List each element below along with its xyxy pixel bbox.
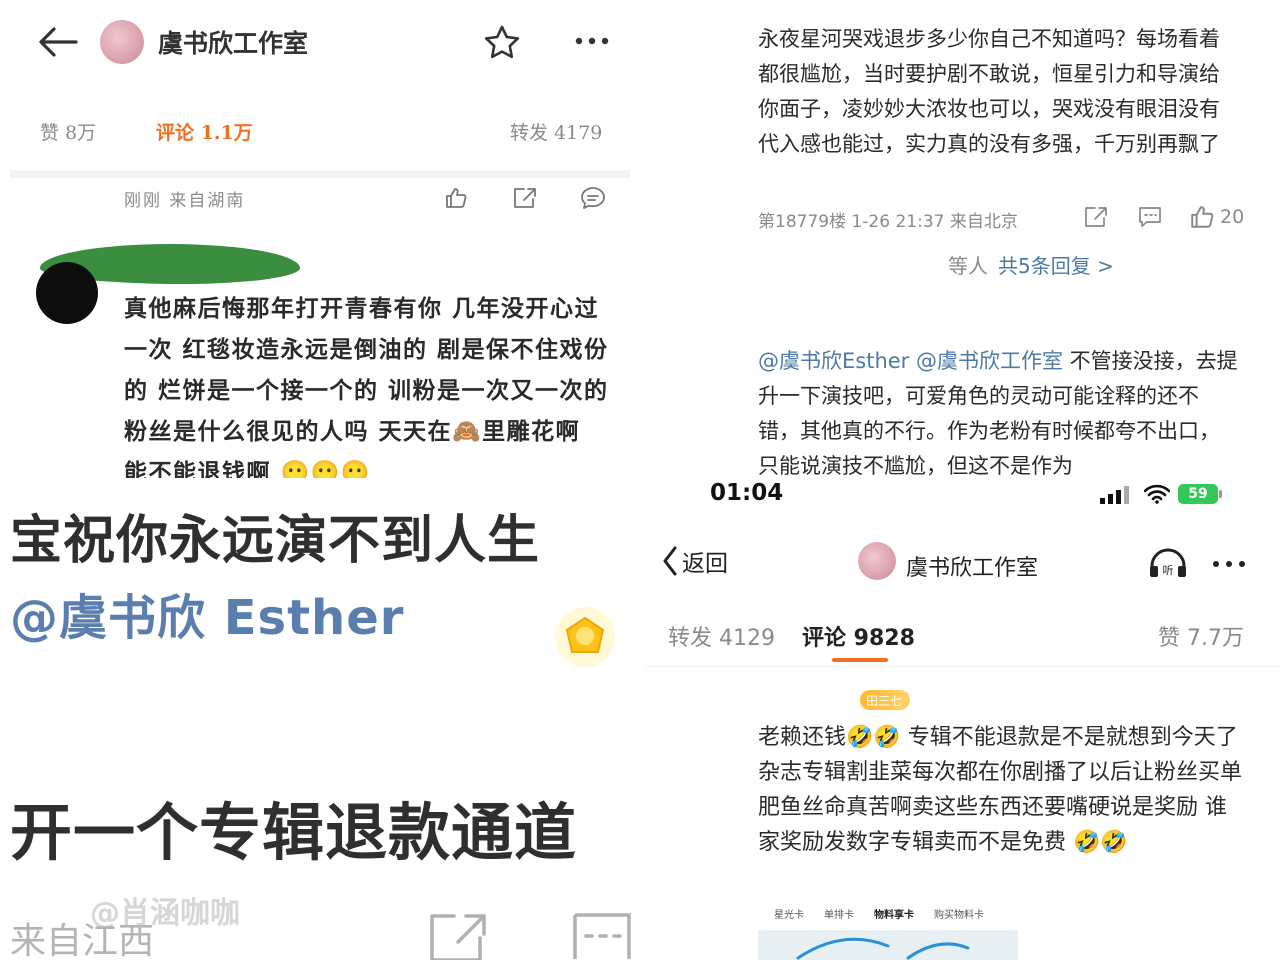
comment-line-1: 宝祝你永远演不到人生 [10, 511, 541, 571]
likes-stat[interactable]: 赞 8万 [40, 118, 96, 145]
like-count: 20 [1220, 206, 1245, 228]
divider [10, 170, 630, 178]
back-button[interactable]: 返回 [662, 544, 728, 578]
replies-summary[interactable]: 等人 共5条回复 > [948, 250, 1114, 279]
account-title: 虞书欣工作室 [906, 556, 1039, 581]
comment-icon[interactable] [1138, 206, 1162, 228]
reposts-stat[interactable]: 转发 4179 [510, 118, 602, 145]
weibo-post-panel-bottom-right: 01:04 59 返回 虞书欣工作室 听 转发 4129 评论 9828 赞 7… [646, 478, 1280, 960]
headphones-icon[interactable]: 听 [1148, 548, 1188, 578]
card-tabs: 星光卡 单排卡 物料享卡 购买物料卡 [774, 906, 984, 921]
location-text: 来自江西 [10, 921, 155, 960]
card-tab[interactable]: 星光卡 [774, 906, 804, 921]
wifi-icon [1144, 484, 1170, 504]
comment-line-2: 开一个专辑退款通道 [10, 796, 578, 869]
card-tab[interactable]: 物料享卡 [874, 906, 914, 921]
tab-comments[interactable]: 评论 9828 [802, 620, 915, 652]
battery-level: 59 [1178, 484, 1218, 504]
status-time: 01:04 [710, 480, 784, 506]
star-icon[interactable] [483, 24, 521, 60]
avatar[interactable] [100, 20, 144, 64]
scribble-annotation [796, 937, 970, 960]
mention-link[interactable]: @虞书欣 Esther [10, 578, 404, 648]
comment-text-1: 永夜星河哭戏退步多少你自己不知道吗？每场看着都很尴尬，当时要护剧不敢说，恒星引力… [758, 27, 1220, 156]
comment-text: 真他麻后悔那年打开青春有你 几年没开心过一次 红毯妆造永远是倒油的 剧是保不住戏… [124, 295, 609, 478]
tab-likes[interactable]: 赞 7.7万 [1158, 620, 1244, 652]
thumb-up-icon[interactable] [444, 186, 468, 210]
comment-meta: 第18779楼 1-26 21:37 来自北京 [758, 212, 1018, 232]
account-title: 虞书欣工作室 [158, 29, 309, 58]
comments-stat[interactable]: 评论 1.1万 [156, 118, 253, 145]
card-preview [758, 930, 1018, 960]
card-tab[interactable]: 购买物料卡 [934, 906, 984, 921]
replies-prefix: 等人 [948, 254, 988, 278]
back-arrow-icon[interactable] [38, 26, 78, 58]
fan-badge: 田三七 [860, 690, 911, 710]
weibo-post-panel-top-left: 虞书欣工作室 赞 8万 评论 1.1万 转发 4179 刚刚 来自湖南 真他麻后… [0, 0, 640, 478]
comment-thread-panel-top-right: 永夜星河哭戏退步多少你自己不知道吗？每场看着都很尴尬，当时要护剧不敢说，恒星引力… [646, 0, 1280, 478]
more-dots-icon[interactable] [574, 36, 610, 46]
comment-text: 老赖还钱🤣🤣 专辑不能退款是不是就想到今天了 杂志专辑割韭菜每次都在你剧播了以后… [758, 725, 1243, 855]
more-dots-icon[interactable] [1212, 560, 1246, 568]
comment-icon[interactable] [572, 912, 632, 960]
comment-icon[interactable] [580, 186, 606, 210]
battery-icon: 59 [1178, 484, 1222, 504]
commenter-avatar[interactable] [36, 262, 98, 324]
mention-link[interactable]: @虞书欣Esther @虞书欣工作室 [758, 349, 1063, 373]
share-icon[interactable] [512, 186, 538, 210]
svg-text:听: 听 [1163, 564, 1174, 577]
comment-screenshot-panel-bottom-left: 宝祝你永远演不到人生 @虞书欣 Esther 开一个专辑退款通道 @肖涵咖咖 来… [0, 478, 646, 960]
share-icon[interactable] [1084, 206, 1108, 228]
divider [646, 666, 1280, 667]
card-tab[interactable]: 单排卡 [824, 906, 854, 921]
tab-reposts[interactable]: 转发 4129 [668, 620, 775, 652]
active-tab-indicator [832, 658, 888, 662]
avatar[interactable] [858, 542, 896, 580]
signal-icon [1100, 486, 1134, 504]
post-meta: 刚刚 来自湖南 [124, 191, 246, 211]
back-label: 返回 [682, 551, 728, 577]
chevron-left-icon [662, 546, 678, 576]
thumb-up-icon[interactable] [1189, 204, 1215, 230]
view-replies-link[interactable]: 共5条回复 > [998, 250, 1114, 279]
comment-text-2: @虞书欣Esther @虞书欣工作室 不管接没接，去提升一下演技吧，可爱角色的灵… [758, 344, 1240, 478]
share-icon[interactable] [428, 912, 488, 960]
sun-coin-icon [548, 602, 622, 672]
